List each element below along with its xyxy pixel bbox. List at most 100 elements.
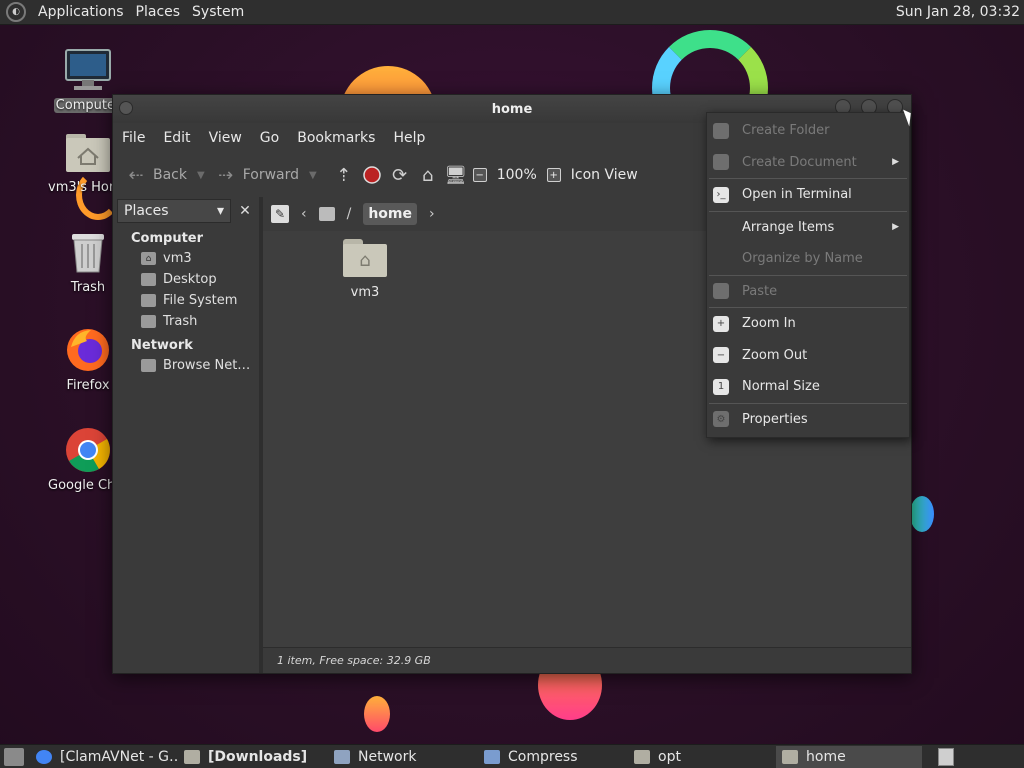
folder-icon bbox=[634, 749, 650, 764]
menu-item-label: Paste bbox=[742, 283, 778, 299]
wallpaper-orb bbox=[364, 696, 390, 732]
task-network[interactable]: Network bbox=[328, 746, 478, 768]
chevron-down-icon: ▾ bbox=[216, 203, 224, 219]
path-scroll-left[interactable]: ‹ bbox=[297, 203, 311, 225]
computer-icon[interactable]: 🖥 bbox=[444, 164, 467, 186]
menu-item-paste[interactable]: Paste bbox=[707, 276, 909, 308]
forward-history-dropdown[interactable]: ▼ bbox=[309, 170, 317, 181]
back-history-dropdown[interactable]: ▼ bbox=[197, 170, 205, 181]
paste-icon bbox=[713, 283, 729, 300]
menu-item-label: Zoom In bbox=[742, 316, 796, 332]
close-icon[interactable]: ✕ bbox=[235, 200, 255, 222]
menu-edit[interactable]: Edit bbox=[154, 130, 199, 146]
system-menu[interactable]: System bbox=[186, 4, 250, 20]
zoom-in-icon: + bbox=[713, 315, 729, 332]
distro-logo-icon[interactable]: ◐ bbox=[6, 2, 26, 22]
zoom-out-icon: − bbox=[713, 347, 729, 364]
task-label: [ClamAVNet - G… bbox=[60, 748, 178, 765]
top-panel: ◐ Applications Places System Sun Jan 28,… bbox=[0, 0, 1024, 25]
up-arrow-icon[interactable]: ⇡ bbox=[333, 164, 355, 186]
task-opt[interactable]: opt bbox=[628, 746, 776, 768]
context-menu: Create Folder Create Document ▶ ›_ Open … bbox=[706, 112, 910, 438]
home-icon[interactable]: ⌂ bbox=[417, 164, 439, 186]
task-clamavnet[interactable]: [ClamAVNet - G… bbox=[30, 746, 178, 768]
sidebar-item-label: File System bbox=[163, 293, 238, 308]
sidebar-item-desktop[interactable]: Desktop bbox=[113, 269, 259, 290]
menu-item-open-in-terminal[interactable]: ›_ Open in Terminal bbox=[707, 179, 909, 211]
menu-item-arrange-items[interactable]: Arrange Items ▶ bbox=[707, 212, 909, 244]
task-label: opt bbox=[658, 748, 681, 765]
menu-item-create-document[interactable]: Create Document ▶ bbox=[707, 147, 909, 179]
sidebar-item-label: Browse Net… bbox=[163, 358, 251, 373]
network-icon bbox=[141, 359, 156, 372]
menu-view[interactable]: View bbox=[200, 130, 251, 146]
sidebar-header: Places ▾ ✕ bbox=[113, 197, 259, 225]
sidebar-item-vm3[interactable]: ⌂ vm3 bbox=[113, 248, 259, 269]
back-label: Back bbox=[153, 167, 187, 183]
edit-location-icon[interactable]: ✎ bbox=[271, 205, 289, 223]
computer-icon bbox=[64, 46, 112, 94]
places-menu[interactable]: Places bbox=[130, 4, 187, 20]
task-downloads[interactable]: [Downloads] bbox=[178, 746, 328, 768]
properties-icon: ⚙ bbox=[713, 411, 729, 428]
task-compress[interactable]: Compress bbox=[478, 746, 628, 768]
menu-item-zoom-in[interactable]: + Zoom In bbox=[707, 308, 909, 340]
forward-button[interactable]: ⇢ Forward bbox=[211, 164, 303, 186]
menu-item-properties[interactable]: ⚙ Properties bbox=[707, 404, 909, 436]
menu-item-label: Normal Size bbox=[742, 379, 820, 395]
folder-new-icon bbox=[713, 122, 729, 139]
show-desktop-icon[interactable] bbox=[4, 747, 24, 766]
forward-label: Forward bbox=[242, 167, 300, 183]
zoom-level[interactable]: 100% bbox=[493, 167, 541, 183]
trash-icon bbox=[141, 315, 156, 328]
menu-bookmarks[interactable]: Bookmarks bbox=[288, 130, 384, 146]
menu-item-label: Open in Terminal bbox=[742, 187, 852, 203]
zoom-out-icon[interactable]: − bbox=[472, 168, 487, 182]
task-label: [Downloads] bbox=[208, 748, 308, 765]
stop-icon[interactable] bbox=[361, 164, 383, 186]
clock[interactable]: Sun Jan 28, 03:32 bbox=[896, 4, 1020, 20]
applications-menu[interactable]: Applications bbox=[32, 4, 130, 20]
submenu-arrow-icon: ▶ bbox=[892, 157, 899, 168]
menu-item-normal-size[interactable]: 1 Normal Size bbox=[707, 371, 909, 403]
file-item[interactable]: ⌂ vm3 bbox=[325, 239, 405, 300]
menu-item-organize-by-name[interactable]: Organize by Name bbox=[707, 243, 909, 275]
menu-go[interactable]: Go bbox=[251, 130, 288, 146]
menu-item-label: Properties bbox=[742, 411, 808, 427]
sidebar-mode-label: Places bbox=[124, 203, 169, 219]
menu-item-zoom-out[interactable]: − Zoom Out bbox=[707, 340, 909, 372]
sidebar: Places ▾ ✕ Computer ⌂ vm3 Desktop File S… bbox=[113, 197, 263, 673]
path-segment-current[interactable]: home bbox=[363, 203, 417, 225]
menu-file[interactable]: File bbox=[113, 130, 154, 146]
folder-icon bbox=[184, 749, 200, 764]
document-new-icon bbox=[713, 154, 729, 171]
drive-icon[interactable] bbox=[318, 207, 335, 221]
menu-item-create-folder[interactable]: Create Folder bbox=[707, 115, 909, 147]
path-scroll-right[interactable]: › bbox=[425, 203, 439, 225]
file-name: vm3 bbox=[350, 285, 380, 300]
window-menu-icon[interactable] bbox=[119, 101, 133, 115]
menu-item-label: Arrange Items bbox=[742, 219, 835, 235]
back-button[interactable]: ⇠ Back bbox=[121, 164, 191, 186]
terminal-icon: ›_ bbox=[713, 186, 729, 203]
sidebar-section-network: Network bbox=[131, 338, 193, 353]
menu-help[interactable]: Help bbox=[384, 130, 434, 146]
task-home[interactable]: home bbox=[776, 745, 922, 768]
wallpaper-orb bbox=[910, 496, 934, 532]
sidebar-item-trash[interactable]: Trash bbox=[113, 311, 259, 332]
reload-icon[interactable]: ⟳ bbox=[389, 164, 411, 186]
sidebar-item-label: Desktop bbox=[163, 272, 217, 287]
sidebar-item-label: vm3 bbox=[163, 251, 192, 266]
folder-icon bbox=[782, 749, 798, 764]
network-icon bbox=[334, 749, 350, 764]
sidebar-mode-select[interactable]: Places ▾ bbox=[117, 199, 231, 223]
sidebar-item-browse-network[interactable]: Browse Net… bbox=[113, 355, 259, 376]
zoom-in-icon[interactable]: + bbox=[546, 168, 561, 182]
sidebar-item-filesystem[interactable]: File System bbox=[113, 290, 259, 311]
home-folder-icon bbox=[64, 128, 112, 176]
view-mode-select[interactable]: Icon View bbox=[567, 167, 642, 183]
zoom-original-icon: 1 bbox=[713, 378, 729, 395]
workspace-switcher[interactable] bbox=[938, 747, 954, 766]
status-bar: 1 item, Free space: 32.9 GB bbox=[263, 647, 911, 673]
menu-item-label: Create Folder bbox=[742, 123, 830, 139]
